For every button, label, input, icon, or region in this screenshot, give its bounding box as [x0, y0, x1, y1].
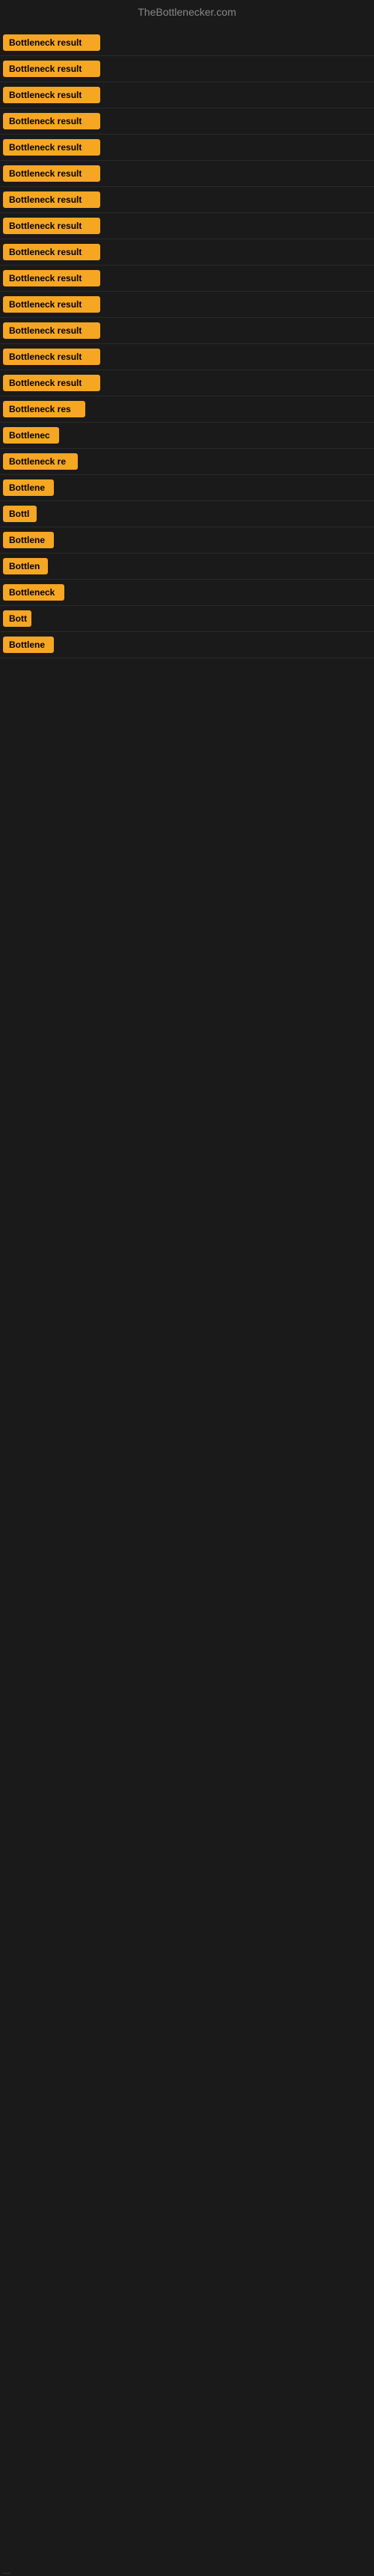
- bottleneck-badge[interactable]: Bottleneck result: [3, 34, 100, 51]
- list-item: Bottleneck result: [0, 370, 374, 396]
- items-container: Bottleneck result Bottleneck result Bottle…: [0, 27, 374, 658]
- list-item: Bottlen: [0, 553, 374, 580]
- list-item: Bottleneck res: [0, 396, 374, 423]
- bottleneck-badge[interactable]: Bottleneck result: [3, 322, 100, 339]
- list-item: Bottleneck result: [0, 213, 374, 239]
- list-item: Bott: [0, 606, 374, 632]
- bottleneck-badge[interactable]: Bottleneck result: [3, 87, 100, 103]
- bottleneck-badge[interactable]: Bottleneck result: [3, 61, 100, 77]
- site-title: TheBottlenecker.com: [138, 6, 236, 18]
- bottleneck-badge[interactable]: Bottleneck result: [3, 375, 100, 391]
- bottleneck-badge[interactable]: Bottleneck result: [3, 296, 100, 313]
- bottleneck-badge[interactable]: Bott: [3, 610, 31, 627]
- list-item: Bottleneck re: [0, 449, 374, 475]
- list-item: Bottleneck result: [0, 56, 374, 82]
- list-item: Bottleneck result: [0, 82, 374, 108]
- list-item: Bottleneck result: [0, 239, 374, 266]
- bottleneck-badge[interactable]: Bottleneck result: [3, 191, 100, 208]
- list-item: Bottlenec: [0, 423, 374, 449]
- list-item: Bottleneck result: [0, 344, 374, 370]
- ellipsis: ...: [3, 2566, 374, 2576]
- list-item: Bottleneck result: [0, 108, 374, 135]
- bottleneck-badge[interactable]: Bottl: [3, 506, 37, 522]
- list-item: Bottlene: [0, 475, 374, 501]
- bottleneck-badge[interactable]: Bottlene: [3, 479, 54, 496]
- list-item: Bottleneck result: [0, 30, 374, 56]
- bottleneck-badge[interactable]: Bottleneck res: [3, 401, 85, 417]
- bottleneck-badge[interactable]: Bottleneck result: [3, 139, 100, 156]
- list-item: Bottleneck result: [0, 161, 374, 187]
- list-item: Bottlene: [0, 527, 374, 553]
- list-item: Bottleneck result: [0, 292, 374, 318]
- bottleneck-badge[interactable]: Bottlene: [3, 637, 54, 653]
- list-item: Bottl: [0, 501, 374, 527]
- bottleneck-badge[interactable]: Bottleneck result: [3, 244, 100, 260]
- bottleneck-badge[interactable]: Bottleneck result: [3, 270, 100, 286]
- bottleneck-badge[interactable]: Bottleneck result: [3, 165, 100, 182]
- bottleneck-badge[interactable]: Bottleneck result: [3, 218, 100, 234]
- bottleneck-badge[interactable]: Bottleneck result: [3, 113, 100, 129]
- bottleneck-badge[interactable]: Bottleneck: [3, 584, 64, 601]
- site-header: TheBottlenecker.com: [0, 0, 374, 27]
- bottleneck-badge[interactable]: Bottleneck result: [3, 349, 100, 365]
- list-item: Bottleneck result: [0, 318, 374, 344]
- list-item: Bottleneck result: [0, 266, 374, 292]
- list-item: Bottleneck result: [0, 187, 374, 213]
- bottleneck-badge[interactable]: Bottleneck re: [3, 453, 78, 470]
- bottleneck-badge[interactable]: Bottlenec: [3, 427, 59, 444]
- list-item: Bottleneck: [0, 580, 374, 606]
- bottleneck-badge[interactable]: Bottlen: [3, 558, 48, 574]
- list-item: Bottlene: [0, 632, 374, 658]
- bottleneck-badge[interactable]: Bottlene: [3, 532, 54, 548]
- list-item: Bottleneck result: [0, 135, 374, 161]
